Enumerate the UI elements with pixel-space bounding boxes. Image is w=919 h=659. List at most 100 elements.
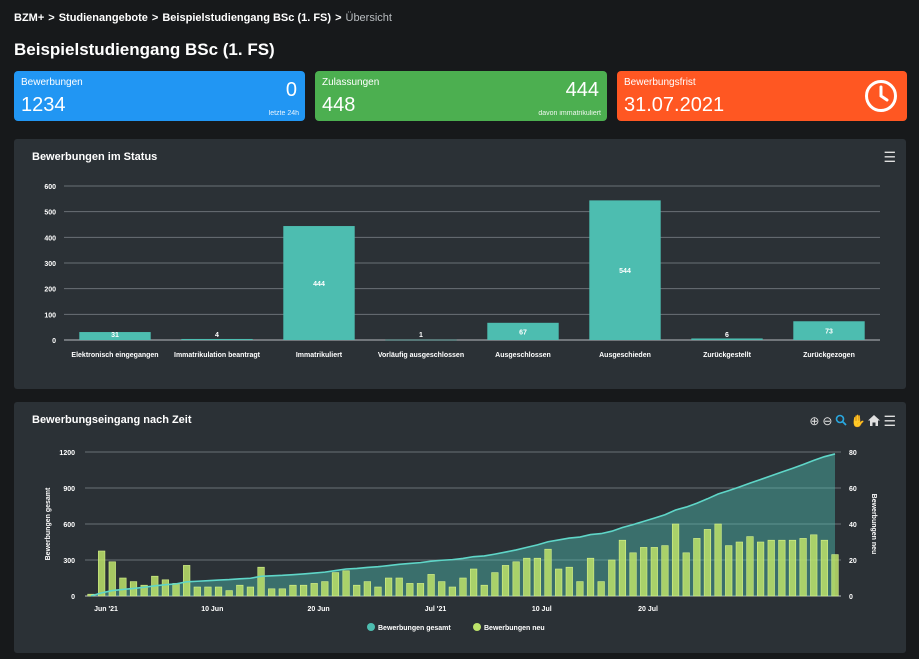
breadcrumb: BZM+ > Studienangebote > Beispielstudiengang… (14, 12, 392, 24)
legend-label-gesamt: Bewerbungen gesamt (378, 625, 451, 632)
x-tick-label: 10 Jun (201, 606, 223, 613)
time-chart-panel: Bewerbungseingang nach Zeit ⊕ ⊖ ✋ ☰ 0 0 30… (14, 402, 906, 653)
y2-tick-label: 20 (849, 558, 857, 565)
bar-bewerbungen-neu (385, 577, 393, 597)
bar-bewerbungen-neu (331, 572, 340, 597)
data-label: 1 (419, 332, 423, 339)
y2-tick-label: 60 (849, 486, 857, 493)
data-label: 31 (111, 332, 119, 339)
bar-bewerbungen-neu (299, 584, 308, 597)
bar-bewerbungen-neu (820, 539, 828, 597)
breadcrumb-item-studienangebote[interactable]: Studienangebote (59, 12, 148, 24)
y-tick-label: 600 (44, 184, 56, 191)
y-tick-label: 200 (44, 287, 56, 294)
kpi-label: Bewerbungsfrist (624, 77, 696, 88)
x-tick-label: Immatrikulation beantragt (174, 352, 261, 359)
bar-bewerbungen-neu (671, 523, 680, 597)
x-tick-label: Jun '21 (94, 606, 118, 613)
bar-bewerbungen-neu (597, 581, 605, 597)
bar-bewerbungen-neu (374, 586, 382, 597)
bar-bewerbungen-neu (193, 586, 201, 597)
bar-bewerbungen-neu (98, 550, 106, 597)
bar-bewerbungen-neu (640, 547, 648, 597)
breadcrumb-current: Übersicht (345, 12, 392, 24)
bar-bewerbungen-neu (714, 523, 722, 597)
bar-bewerbungen-neu (416, 583, 425, 597)
bar-bewerbungen-neu (735, 541, 743, 597)
bar-bewerbungen-neu (459, 577, 467, 597)
data-label: 73 (825, 329, 833, 336)
bar (181, 338, 253, 340)
y-tick-label: 300 (44, 261, 56, 268)
bar-bewerbungen-neu (119, 577, 127, 597)
bar-bewerbungen-neu (172, 583, 180, 597)
bar-bewerbungen-neu (257, 566, 265, 597)
bar-bewerbungen-neu (565, 566, 573, 597)
bar-bewerbungen-neu (725, 545, 733, 597)
bar-bewerbungen-neu (438, 581, 446, 597)
kpi-value: 1234 (21, 94, 66, 116)
page-title: Beispielstudiengang BSc (1. FS) (14, 40, 275, 59)
bar-bewerbungen-neu (214, 586, 223, 597)
kpi-label: Zulassungen (322, 77, 380, 88)
data-label: 67 (519, 329, 527, 336)
bar-bewerbungen-neu (246, 586, 255, 597)
kpi-card-bewerbungsfrist: Bewerbungsfrist 31.07.2021 (617, 71, 907, 121)
y-tick-label: 100 (44, 312, 56, 319)
kpi-side-value: 0 (285, 79, 297, 101)
kpi-card-bewerbungen: Bewerbungen 1234 0 letzte 24h (14, 71, 305, 121)
bar-bewerbungen-neu (289, 584, 297, 597)
bar-bewerbungen-neu (693, 538, 701, 597)
x-tick-label: 20 Jul (638, 606, 658, 613)
breadcrumb-item-studiengang[interactable]: Beispielstudiengang BSc (1. FS) (162, 12, 331, 24)
bar-bewerbungen-neu (799, 538, 807, 597)
bar-bewerbungen-neu (650, 547, 658, 597)
x-tick-label: 20 Jun (307, 606, 329, 613)
bar-bewerbungen-neu (342, 570, 350, 597)
kpi-side-value: 444 (565, 79, 599, 101)
bar-bewerbungen-neu (661, 545, 669, 597)
kpi-value: 31.07.2021 (624, 94, 725, 116)
legend-marker-gesamt (367, 623, 375, 631)
legend-marker-neu (473, 623, 481, 631)
time-area-bar-chart: 0 0 300 20 600 40 900 60 1200 80 Jun '21 10 Jun 20 J… (45, 450, 877, 632)
bar-bewerbungen-neu (810, 534, 818, 597)
bar-bewerbungen-neu (406, 583, 414, 597)
bar-bewerbungen-neu (788, 539, 797, 597)
data-label: 4 (215, 332, 219, 339)
x-tick-label: Zurückgezogen (803, 352, 855, 359)
y-tick-label: 400 (44, 235, 56, 242)
breadcrumb-separator: > (335, 12, 342, 24)
bar-bewerbungen-neu (278, 588, 286, 597)
bar-bewerbungen-neu (746, 536, 754, 597)
x-tick-label: Zurückgestellt (703, 352, 752, 359)
bar-bewerbungen-neu (831, 554, 839, 597)
breadcrumb-item-bzm[interactable]: BZM+ (14, 12, 44, 24)
x-tick-label: Ausgeschlossen (495, 352, 551, 359)
bar-bewerbungen-neu (703, 529, 712, 597)
bar-bewerbungen-neu (353, 584, 361, 597)
kpi-label: Bewerbungen (21, 77, 83, 88)
kpi-sub-label: letzte 24h (268, 110, 299, 117)
legend-label-neu: Bewerbungen neu (484, 625, 545, 632)
x-tick-label: Elektronisch eingegangen (71, 352, 158, 359)
bar-bewerbungen-neu (767, 539, 775, 597)
x-tick-label: Immatrikuliert (296, 352, 343, 359)
bar (385, 339, 457, 341)
y2-tick-label: 0 (849, 594, 853, 601)
bar-bewerbungen-neu (544, 548, 552, 597)
bar-bewerbungen-neu (395, 577, 403, 597)
data-label: 444 (313, 281, 325, 288)
x-tick-label: Jul '21 (425, 606, 447, 613)
bar-bewerbungen-neu (310, 583, 318, 597)
bar-bewerbungen-neu (448, 586, 456, 597)
bar-bewerbungen-neu (618, 539, 627, 597)
y-tick-label: 500 (44, 210, 56, 217)
kpi-sub-label: davon immatrikuliert (538, 110, 601, 117)
bar-bewerbungen-neu (608, 559, 616, 597)
bar-bewerbungen-neu (183, 565, 191, 597)
x-tick-label: Ausgeschieden (599, 352, 651, 359)
status-chart-panel: Bewerbungen im Status ☰ 0 100 200 300 400 500… (14, 139, 906, 389)
bar-bewerbungen-neu (682, 552, 690, 597)
bar-bewerbungen-neu (427, 574, 435, 597)
